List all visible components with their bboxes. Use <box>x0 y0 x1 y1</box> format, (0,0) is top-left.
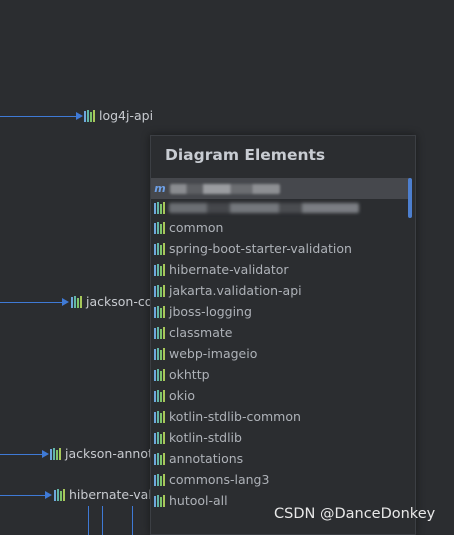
library-bars-icon <box>154 326 165 339</box>
dependency-diagram-canvas[interactable]: log4j-api jackson-co jackson-annot hiber… <box>0 0 454 535</box>
edge-jackson-core <box>0 302 62 303</box>
diagram-elements-popup[interactable]: Diagram Elements m common spring-boot-st… <box>150 135 416 535</box>
list-item-label: hibernate-validator <box>169 262 289 277</box>
edge-vertical <box>88 506 89 535</box>
edge-vertical <box>132 506 133 535</box>
edge-hibernate-validator <box>0 495 45 496</box>
redacted-text <box>169 203 359 213</box>
graph-node-hibernate-validator[interactable]: hibernate-vali <box>54 487 155 502</box>
library-bars-icon <box>50 447 61 460</box>
library-bars-icon <box>154 347 165 360</box>
library-bars-icon <box>84 109 95 122</box>
list-item-label: webp-imageio <box>169 346 258 361</box>
list-item-redacted[interactable] <box>151 199 411 217</box>
arrow-head-icon <box>62 298 69 306</box>
edge-jackson-annotations <box>0 454 42 455</box>
edge-vertical <box>102 506 103 535</box>
list-item-label: okio <box>169 388 196 403</box>
library-bars-icon <box>154 494 165 507</box>
list-item-label: common <box>169 220 224 235</box>
graph-node-label: hibernate-vali <box>69 487 156 502</box>
library-bars-icon <box>154 242 165 255</box>
library-bars-icon <box>154 473 165 486</box>
list-item-label: hutool-all <box>169 493 228 508</box>
library-bars-icon <box>154 389 165 402</box>
list-item-label: jboss-logging <box>169 304 252 319</box>
list-item-label: kotlin-stdlib-common <box>169 409 301 424</box>
library-bars-icon <box>154 284 165 297</box>
list-item[interactable]: common <box>151 217 411 238</box>
list-item[interactable]: kotlin-stdlib-common <box>151 406 411 427</box>
redacted-text <box>170 183 280 194</box>
library-bars-icon <box>154 305 165 318</box>
list-item[interactable]: kotlin-stdlib <box>151 427 411 448</box>
library-bars-icon <box>154 452 165 465</box>
list-item-label: commons-lang3 <box>169 472 270 487</box>
list-item[interactable]: classmate <box>151 322 411 343</box>
list-item[interactable]: jboss-logging <box>151 301 411 322</box>
graph-node-jackson-annotations[interactable]: jackson-annot <box>50 446 153 461</box>
graph-node-label: jackson-annot <box>65 446 153 461</box>
graph-node-log4j-api[interactable]: log4j-api <box>84 108 153 123</box>
list-item-root-module[interactable]: m <box>151 178 411 199</box>
watermark: CSDN @DanceDonkey <box>274 506 436 522</box>
list-scrollbar[interactable] <box>408 178 412 218</box>
list-item-label: jakarta.validation-api <box>169 283 302 298</box>
list-item[interactable]: okhttp <box>151 364 411 385</box>
list-item-label: classmate <box>169 325 233 340</box>
library-bars-icon <box>54 488 65 501</box>
list-item-label: spring-boot-starter-validation <box>169 241 352 256</box>
arrow-head-icon <box>45 491 52 499</box>
library-bars-icon <box>154 202 165 214</box>
list-item[interactable]: okio <box>151 385 411 406</box>
library-bars-icon <box>154 410 165 423</box>
list-item-label: okhttp <box>169 367 210 382</box>
list-item[interactable]: hibernate-validator <box>151 259 411 280</box>
graph-node-label: log4j-api <box>99 108 154 123</box>
edge-log4j-api <box>0 116 76 117</box>
library-bars-icon <box>154 221 165 234</box>
list-item[interactable]: commons-lang3 <box>151 469 411 490</box>
library-bars-icon <box>154 368 165 381</box>
list-item[interactable]: annotations <box>151 448 411 469</box>
list-item-label: annotations <box>169 451 244 466</box>
diagram-elements-list[interactable]: m common spring-boot-starter-validation … <box>151 178 411 511</box>
list-item-label: kotlin-stdlib <box>169 430 242 445</box>
graph-node-label: jackson-co <box>86 294 153 309</box>
graph-node-jackson-core[interactable]: jackson-co <box>71 294 152 309</box>
arrow-head-icon <box>76 112 83 120</box>
list-item[interactable]: jakarta.validation-api <box>151 280 411 301</box>
list-item[interactable]: spring-boot-starter-validation <box>151 238 411 259</box>
arrow-head-icon <box>42 450 49 458</box>
library-bars-icon <box>71 295 82 308</box>
maven-module-icon: m <box>154 182 166 195</box>
list-item[interactable]: webp-imageio <box>151 343 411 364</box>
popup-title: Diagram Elements <box>165 146 326 164</box>
library-bars-icon <box>154 431 165 444</box>
library-bars-icon <box>154 263 165 276</box>
